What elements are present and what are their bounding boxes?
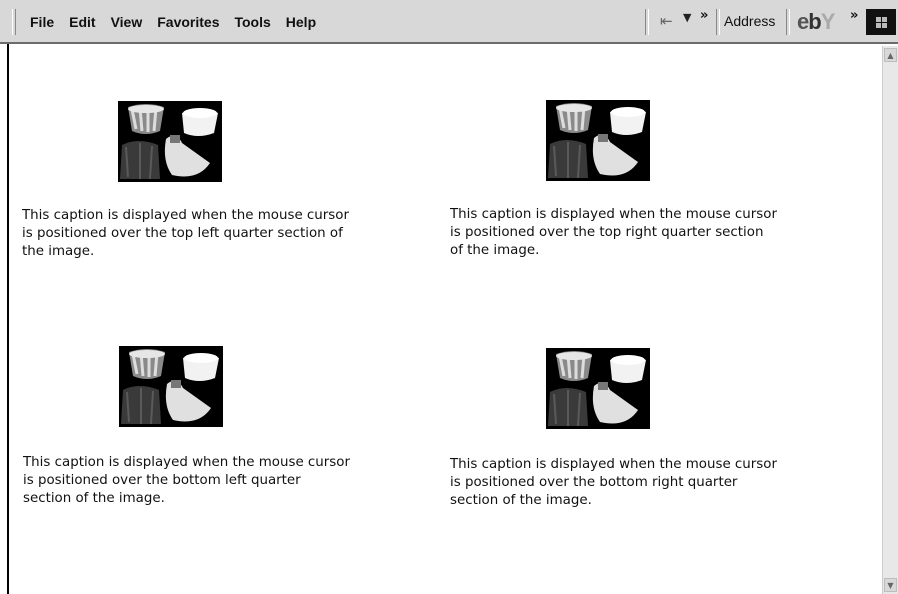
caption-top-right: This caption is displayed when the mouse…	[450, 207, 777, 258]
address-label[interactable]: Address	[724, 13, 775, 29]
menu-edit[interactable]: Edit	[69, 14, 95, 30]
menu-bar: File Edit View Favorites Tools Help	[30, 14, 331, 30]
scroll-down-icon[interactable]: ▼	[884, 578, 897, 592]
caption-top-left: This caption is displayed when the mouse…	[22, 208, 349, 259]
image-map-bottom-left[interactable]	[119, 346, 223, 427]
toolbar-grip[interactable]	[12, 9, 16, 35]
back-arrow-icon[interactable]: ⇤	[660, 12, 673, 30]
ebay-logo[interactable]: ebY	[797, 9, 835, 35]
product-photo	[546, 100, 650, 181]
windows-logo-icon	[866, 9, 896, 35]
chevron-more-icon[interactable]: »	[700, 8, 708, 23]
caption-bottom-left: This caption is displayed when the mouse…	[23, 455, 350, 506]
toolbar-separator	[645, 9, 649, 35]
toolbar-separator	[786, 9, 790, 35]
window-frame-edge	[7, 44, 9, 594]
menu-favorites[interactable]: Favorites	[157, 14, 219, 30]
toolbar-separator	[716, 9, 720, 35]
menu-file[interactable]: File	[30, 14, 54, 30]
image-map-top-left[interactable]	[118, 101, 222, 182]
menu-toolbar: File Edit View Favorites Tools Help ⇤ ▼ …	[0, 0, 898, 44]
chevron-more-icon[interactable]: »	[850, 8, 858, 23]
vertical-scrollbar[interactable]: ▲ ▼	[882, 46, 898, 594]
caption-bottom-right: This caption is displayed when the mouse…	[450, 457, 777, 508]
product-photo	[118, 101, 222, 182]
dropdown-arrow-icon[interactable]: ▼	[683, 11, 691, 24]
menu-help[interactable]: Help	[286, 14, 316, 30]
scroll-up-icon[interactable]: ▲	[884, 48, 897, 62]
image-map-top-right[interactable]	[546, 100, 650, 181]
menu-view[interactable]: View	[111, 14, 143, 30]
image-map-bottom-right[interactable]	[546, 348, 650, 429]
product-photo	[119, 346, 223, 427]
menu-tools[interactable]: Tools	[234, 14, 270, 30]
product-photo	[546, 348, 650, 429]
